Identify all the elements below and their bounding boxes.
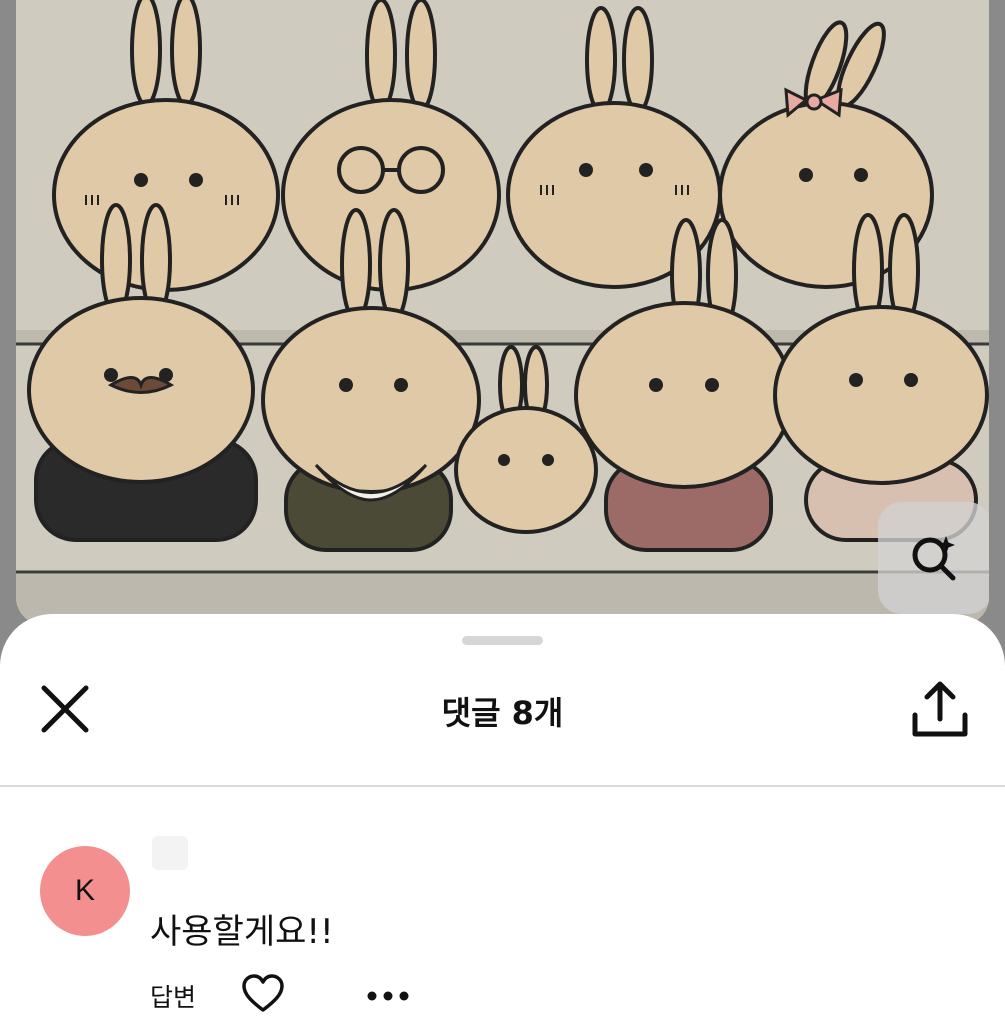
avatar-initial: K bbox=[74, 874, 95, 907]
bunny-family-illustration bbox=[16, 0, 989, 625]
comment-text: 사용할게요!! bbox=[150, 912, 334, 952]
share-button[interactable] bbox=[900, 672, 980, 752]
comments-sheet: 댓글 8개 K 사용할게요!! 답변 bbox=[0, 614, 1005, 1024]
avatar[interactable]: K bbox=[40, 846, 130, 936]
more-options-button[interactable] bbox=[360, 976, 416, 1016]
comments-title: 댓글 8개 bbox=[441, 694, 564, 732]
pin-image[interactable] bbox=[16, 0, 989, 625]
like-button[interactable] bbox=[238, 974, 288, 1018]
drag-handle[interactable] bbox=[462, 636, 543, 645]
more-dots-icon bbox=[366, 987, 410, 1006]
pin-comments-screen: 댓글 8개 K 사용할게요!! 답변 bbox=[0, 0, 1005, 1024]
visual-search-button[interactable] bbox=[878, 502, 989, 614]
visual-search-sparkle-icon bbox=[909, 532, 961, 584]
sheet-divider bbox=[0, 785, 1005, 787]
reply-button[interactable]: 답변 bbox=[150, 978, 196, 1014]
heart-outline-icon bbox=[241, 974, 285, 1018]
comment-author-name[interactable] bbox=[152, 836, 188, 870]
share-upload-icon bbox=[909, 679, 971, 745]
